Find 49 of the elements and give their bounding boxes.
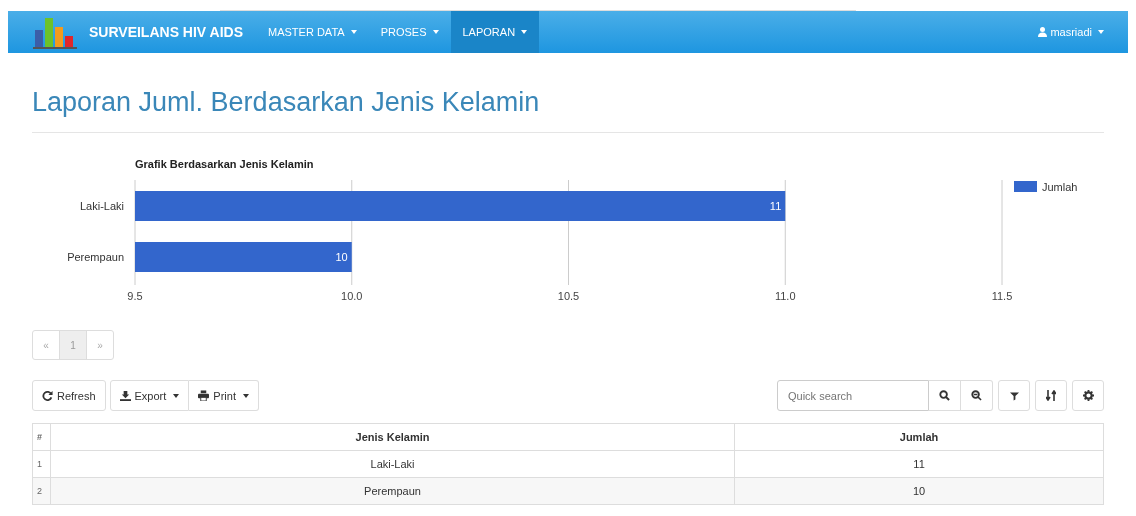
refresh-icon xyxy=(42,390,53,401)
table-cell: 10 xyxy=(734,477,1104,505)
axis-tick-label: 11.0 xyxy=(774,290,796,302)
table-cell: Laki-Laki xyxy=(50,450,735,478)
column-header: # xyxy=(32,423,51,451)
table-cell: 1 xyxy=(32,450,51,478)
user-icon xyxy=(1038,27,1048,37)
previous-page-link[interactable]: « xyxy=(33,331,59,359)
zoom-icon xyxy=(971,390,982,401)
nav-menu[interactable]: LAPORAN xyxy=(450,11,540,53)
sort-button[interactable] xyxy=(1035,380,1067,411)
bar-chart-logo-icon xyxy=(33,15,77,49)
axis-tick-label: 11.5 xyxy=(991,290,1013,302)
brand-title[interactable]: SURVEILANS HIV AIDS xyxy=(89,24,244,40)
user-menu[interactable]: masriadi xyxy=(1026,11,1116,53)
search-button[interactable] xyxy=(929,380,961,411)
chart-title: Grafik Berdasarkan Jenis Kelamin xyxy=(135,158,314,170)
axis-tick-label: 9.5 xyxy=(127,290,143,302)
toolbar-button[interactable]: Print xyxy=(189,380,259,411)
export-icon xyxy=(119,390,131,401)
filter-icon xyxy=(1009,390,1019,401)
nav-menu[interactable]: PROSES xyxy=(368,11,451,53)
table-cell: Perempaun xyxy=(50,477,735,505)
column-header: Jumlah xyxy=(734,423,1104,451)
search-icon xyxy=(939,390,950,401)
category-label: Perempaun xyxy=(67,251,124,263)
column-header: Jenis Kelamin xyxy=(50,423,735,451)
page-link[interactable]: 1 xyxy=(59,331,86,359)
quick-search-field[interactable]: Quick search xyxy=(777,380,929,411)
toolbar-button[interactable]: Export xyxy=(109,380,190,411)
bar-value-label: 10 xyxy=(335,251,348,263)
page-title: Laporan Juml. Berdasarkan Jenis Kelamin xyxy=(32,53,1104,133)
toolbar-button[interactable]: Refresh xyxy=(32,380,106,411)
sort-icon xyxy=(1046,390,1056,401)
axis-tick-label: 10.5 xyxy=(557,290,580,302)
legend-label: Jumlah xyxy=(1042,181,1078,193)
nav-menu[interactable]: MASTER DATA xyxy=(256,11,369,53)
filter-button[interactable] xyxy=(998,380,1030,411)
table-cell: 2 xyxy=(32,477,51,505)
legend-swatch xyxy=(1014,181,1037,192)
bar-value-label: 11 xyxy=(769,200,782,212)
table-cell: 11 xyxy=(734,450,1104,478)
category-label: Laki-Laki xyxy=(79,200,124,212)
axis-tick-label: 10.0 xyxy=(341,290,363,302)
settings-button[interactable] xyxy=(1072,380,1104,411)
advanced-search-button[interactable] xyxy=(961,380,993,411)
print-icon xyxy=(198,390,210,401)
next-page-link[interactable]: » xyxy=(86,331,113,359)
settings-icon xyxy=(1082,390,1094,401)
